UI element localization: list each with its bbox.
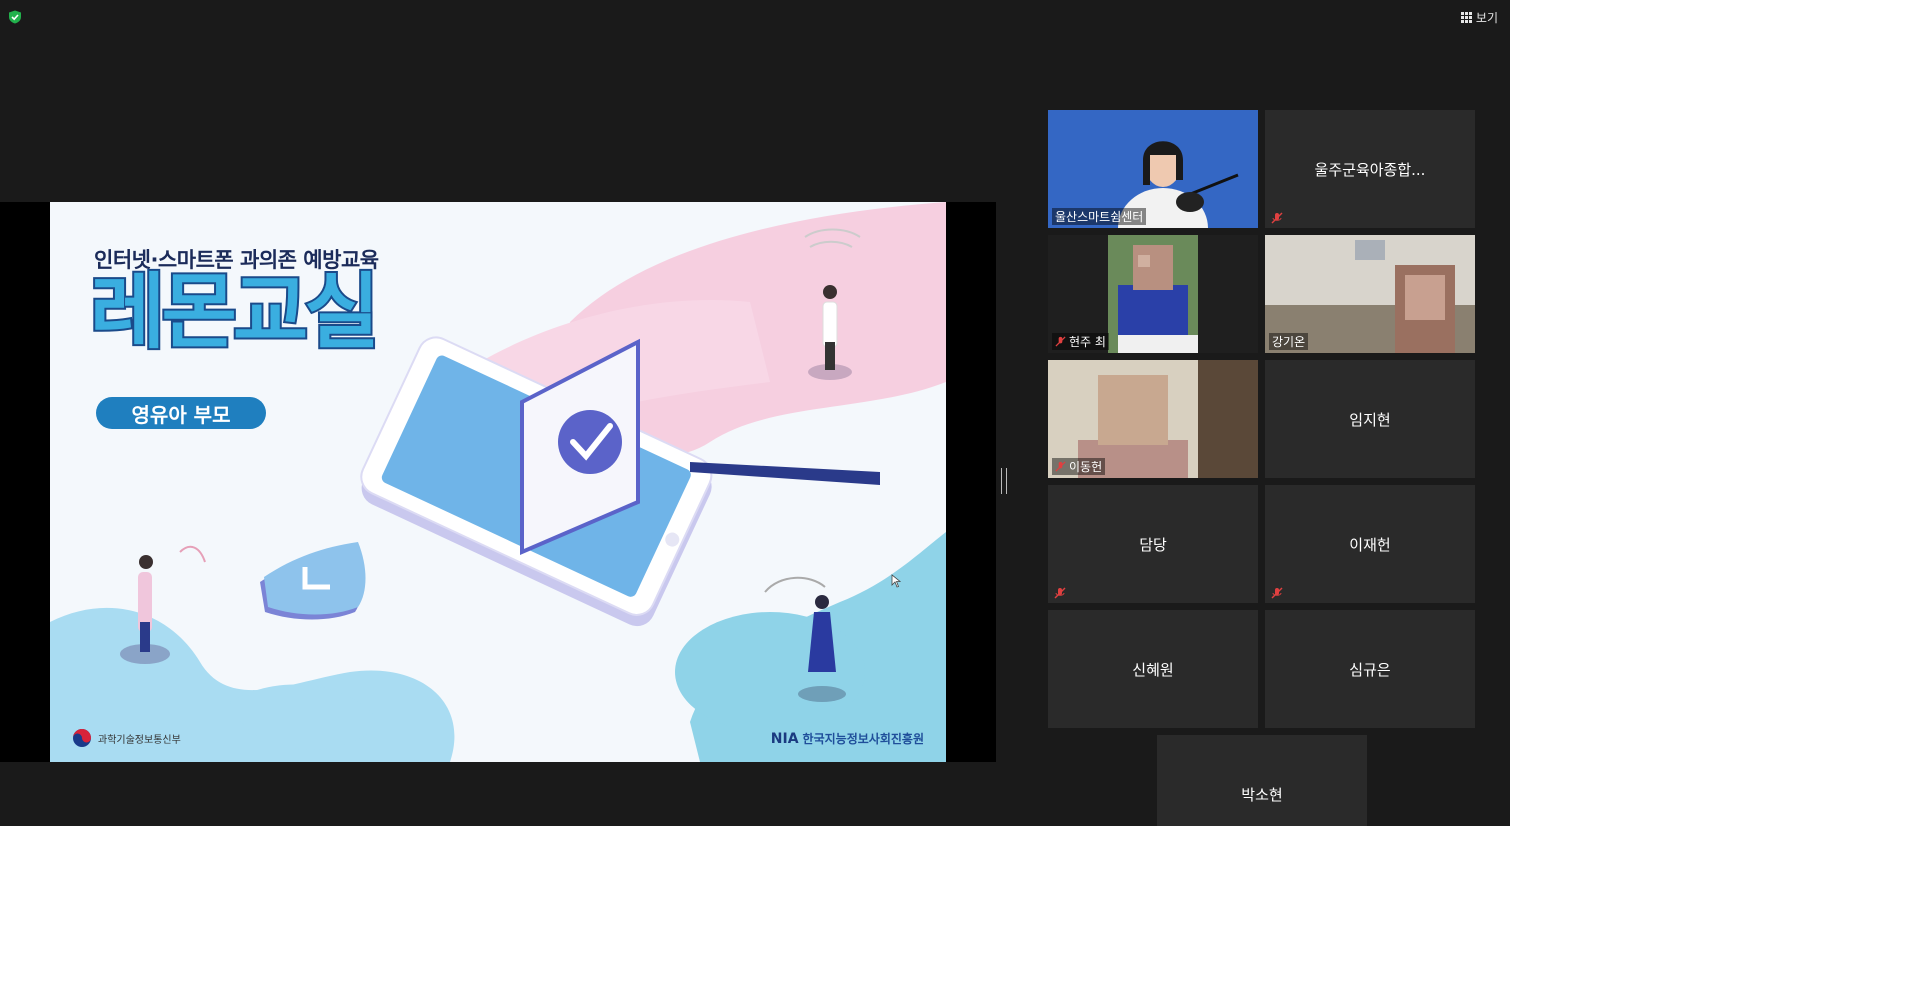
mic-muted-icon (1271, 212, 1283, 224)
ministry-name: 과학기술정보통신부 (98, 734, 181, 746)
mic-muted-icon (1055, 461, 1066, 472)
participant-name: 신혜원 (1132, 660, 1174, 679)
participant-tile[interactable]: 신혜원 (1048, 610, 1258, 728)
participant-tile[interactable]: 박소현 (1157, 735, 1367, 826)
participant-name: 강기온 (1269, 333, 1309, 350)
slide-audience-badge: 영유아 부모 (96, 397, 266, 429)
participant-tile[interactable]: 담당 (1048, 485, 1258, 603)
participant-name: 이동헌 (1052, 458, 1106, 475)
participant-tile[interactable]: 울주군육아종합... (1265, 110, 1475, 228)
mic-muted-icon (1055, 336, 1066, 347)
org-abbr: NIA (770, 731, 799, 747)
participant-name: 현주 최 (1052, 333, 1109, 350)
view-button[interactable]: 보기 (1460, 8, 1498, 26)
participant-tile[interactable]: 울산스마트쉼센터 (1048, 110, 1258, 228)
mic-muted-icon (1271, 587, 1283, 599)
ministry-logo: 과학기술정보통신부 (72, 728, 181, 748)
shared-screen: 인터넷·스마트폰 과의존 예방교육 레몬교실 영유아 부모 과학기술정보통신부 … (0, 202, 996, 762)
participant-tile[interactable]: 현주 최 (1048, 235, 1258, 353)
security-shield-icon[interactable] (8, 10, 22, 24)
participant-name: 울주군육아종합... (1314, 160, 1426, 179)
participant-name: 임지현 (1349, 410, 1391, 429)
participant-name: 이재헌 (1349, 535, 1391, 554)
meeting-window: 보기 인터넷·스마트폰 과의존 예방교육 레몬교실 영유아 부모 과학기술정보통… (0, 0, 1510, 826)
panel-resize-handle[interactable] (1001, 468, 1007, 494)
view-label: 보기 (1475, 10, 1498, 25)
participant-name: 박소현 (1241, 785, 1283, 804)
participant-name: 울산스마트쉼센터 (1052, 208, 1147, 225)
mic-muted-icon (1054, 587, 1066, 599)
participant-tile[interactable]: 이재헌 (1265, 485, 1475, 603)
taegeuk-icon (73, 729, 91, 747)
participant-name: 담당 (1139, 535, 1167, 554)
participant-tile[interactable]: 임지현 (1265, 360, 1475, 478)
grid-icon (1460, 11, 1472, 23)
participant-name: 심규은 (1349, 660, 1391, 679)
presentation-slide: 인터넷·스마트폰 과의존 예방교육 레몬교실 영유아 부모 과학기술정보통신부 … (50, 202, 946, 762)
participant-tile[interactable]: 강기온 (1265, 235, 1475, 353)
mouse-cursor-icon (891, 574, 901, 588)
nia-logo: NIA 한국지능정보사회진흥원 (771, 730, 924, 747)
org-name: 한국지능정보사회진흥원 (802, 732, 924, 746)
slide-title: 레몬교실 (88, 265, 382, 360)
participant-tile[interactable]: 심규은 (1265, 610, 1475, 728)
participant-tile[interactable]: 이동헌 (1048, 360, 1258, 478)
